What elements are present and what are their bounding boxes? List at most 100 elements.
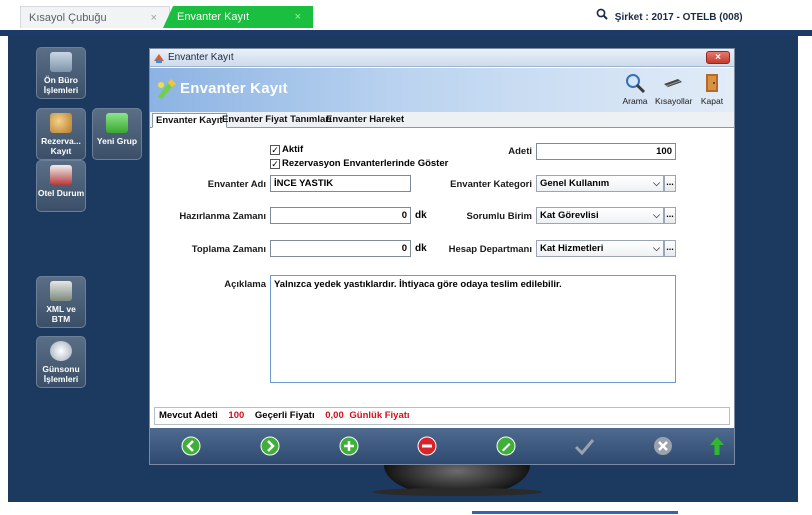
- taskbar-indicator: [472, 511, 678, 514]
- search-button[interactable]: Arama: [622, 72, 648, 106]
- company-label: Şirket : 2017 - OTELB (008): [614, 12, 743, 23]
- company-info: Şirket : 2017 - OTELB (008): [596, 8, 743, 23]
- desktop-icon-label: Otel Durum: [37, 188, 85, 198]
- toplama-label: Toplama Zamanı: [191, 244, 266, 255]
- front-office-icon: [50, 52, 72, 72]
- toplama-input[interactable]: 0: [270, 240, 411, 257]
- desktop-icon-yeni-grup[interactable]: Yeni Grup: [92, 108, 142, 160]
- sorumlu-birim-label: Sorumlu Birim: [466, 211, 532, 222]
- add-icon[interactable]: [339, 436, 359, 456]
- envanter-kategori-label: Envanter Kategori: [450, 179, 532, 190]
- edit-icon[interactable]: [496, 436, 516, 456]
- hesap-departmani-value: Kat Hizmetleri: [540, 243, 604, 254]
- inventory-window: Envanter Kayıt × Envanter Kayıt Arama Kı…: [149, 48, 735, 465]
- envanter-adi-input[interactable]: İNCE YASTIK: [270, 175, 411, 192]
- mevcut-adeti-label: Mevcut Adeti: [159, 410, 218, 421]
- search-button-label: Arama: [622, 96, 648, 106]
- chevron-down-icon: ⌵: [653, 210, 660, 220]
- close-button-label: Kapat: [700, 96, 724, 106]
- tab-close-icon[interactable]: ×: [151, 7, 157, 29]
- envanter-kategori-value: Genel Kullanım: [540, 178, 610, 189]
- desktop-icon-label: Günsonu İşlemleri: [42, 364, 80, 384]
- mevcut-adeti-value: 100: [228, 410, 245, 421]
- aktif-check-box: ✓: [270, 145, 280, 155]
- window-tabs: Envanter Kayıt Envanter Fiyat Tanımları …: [150, 112, 734, 128]
- rezervasyon-checkbox[interactable]: ✓ Rezervasyon Envanterlerinde Göster: [270, 158, 448, 169]
- header-title: Envanter Kayıt: [180, 80, 288, 97]
- gecerli-fiyati-label: Geçerli Fiyatı: [254, 410, 315, 421]
- window-titlebar: Envanter Kayıt ×: [150, 49, 734, 67]
- up-arrow-icon[interactable]: [707, 436, 727, 456]
- xml-icon: [50, 281, 72, 301]
- sorumlu-birim-value: Kat Görevlisi: [540, 210, 599, 221]
- delete-icon[interactable]: [417, 436, 437, 456]
- hesap-departmani-label: Hesap Departmanı: [448, 244, 532, 255]
- tab-kisayol-cubugu[interactable]: Kısayol Çubuğu ×: [20, 6, 170, 28]
- window-close-button[interactable]: ×: [706, 51, 730, 64]
- search-icon: [626, 74, 646, 94]
- aciklama-textarea[interactable]: Yalnızca yedek yastıklardır. İhtiyaca gö…: [270, 275, 676, 383]
- tab-label: Envanter Kayıt: [177, 11, 250, 23]
- search-icon[interactable]: [596, 8, 612, 23]
- sorumlu-birim-select[interactable]: Kat Görevlisi ⌵: [536, 207, 664, 224]
- desktop-icon-label: Rezerva... Kayıt: [41, 136, 81, 156]
- back-icon[interactable]: [181, 436, 201, 456]
- tab-label: Kısayol Çubuğu: [29, 12, 107, 24]
- aciklama-label: Açıklama: [224, 279, 266, 290]
- envanter-kategori-select[interactable]: Genel Kullanım ⌵: [536, 175, 664, 192]
- hazirlanma-label: Hazırlanma Zamanı: [179, 211, 266, 222]
- confirm-icon[interactable]: [574, 436, 594, 456]
- hotel-status-icon: [50, 165, 72, 185]
- action-bar: [150, 428, 734, 464]
- adeti-input[interactable]: 100: [536, 143, 676, 160]
- app-icon: [154, 54, 164, 63]
- cancel-icon[interactable]: [653, 436, 673, 456]
- envanter-kategori-browse-button[interactable]: ...: [664, 175, 676, 192]
- sorumlu-birim-browse-button[interactable]: ...: [664, 207, 676, 224]
- desktop-icon-label: XML ve BTM: [46, 304, 76, 324]
- desktop-icon-otel-durum[interactable]: Otel Durum: [36, 160, 86, 212]
- envanter-adi-label: Envanter Adı: [207, 179, 266, 190]
- chevron-down-icon: ⌵: [653, 243, 660, 253]
- window-header: Envanter Kayıt Arama Kısayollar Kapat: [150, 68, 734, 112]
- shortcuts-button[interactable]: Kısayollar: [655, 72, 693, 106]
- hesap-departmani-browse-button[interactable]: ...: [664, 240, 676, 257]
- tab-close-icon[interactable]: ×: [295, 6, 301, 28]
- tab-envanter-fiyat-tanimlari[interactable]: Envanter Fiyat Tanımları: [219, 113, 335, 128]
- monitor-base-decoration: [372, 488, 542, 496]
- desktop-icon-xml-btm[interactable]: XML ve BTM: [36, 276, 86, 328]
- rezervasyon-label: Rezervasyon Envanterlerinde Göster: [282, 158, 449, 169]
- desktop-icon-gunsonu[interactable]: Günsonu İşlemleri: [36, 336, 86, 388]
- day-end-icon: [50, 341, 72, 361]
- bottom-area: [0, 502, 812, 515]
- hazirlanma-unit: dk: [415, 210, 427, 221]
- hazirlanma-input[interactable]: 0: [270, 207, 411, 224]
- rezervasyon-check-box: ✓: [270, 159, 280, 169]
- shortcut-icon: [664, 79, 682, 87]
- folder-icon: [106, 113, 128, 133]
- gunluk-fiyati-label: Günlük Fiyatı: [349, 410, 410, 421]
- chevron-down-icon: ⌵: [653, 178, 660, 188]
- reservation-icon: [50, 113, 72, 133]
- hesap-departmani-select[interactable]: Kat Hizmetleri ⌵: [536, 240, 664, 257]
- aktif-label: Aktif: [282, 144, 304, 155]
- door-exit-icon: [706, 74, 718, 92]
- tab-envanter-kayit[interactable]: Envanter Kayıt: [152, 113, 227, 128]
- status-bar: Mevcut Adeti 100 Geçerli Fiyatı 0,00 Gün…: [154, 407, 730, 425]
- desktop-icon-on-buro[interactable]: Ön Büro İşlemleri: [36, 47, 86, 99]
- desktop-icon-rezervasyon[interactable]: Rezerva... Kayıt: [36, 108, 86, 160]
- tab-envanter-kayit[interactable]: Envanter Kayıt ×: [163, 6, 313, 28]
- tab-envanter-hareket[interactable]: Envanter Hareket: [323, 113, 407, 128]
- top-tab-bar: Kısayol Çubuğu × Envanter Kayıt × Şirket…: [0, 0, 812, 30]
- inventory-icon: [158, 79, 176, 99]
- gecerli-fiyati-value: 0,00: [325, 410, 344, 421]
- toplama-unit: dk: [415, 243, 427, 254]
- desktop-icon-label: Yeni Grup: [96, 136, 138, 146]
- forward-icon[interactable]: [260, 436, 280, 456]
- adeti-label: Adeti: [508, 146, 532, 157]
- desktop-icon-label: Ön Büro İşlemleri: [43, 75, 79, 95]
- window-title: Envanter Kayıt: [168, 52, 234, 63]
- shortcuts-button-label: Kısayollar: [655, 96, 693, 106]
- close-button[interactable]: Kapat: [698, 72, 726, 106]
- aktif-checkbox[interactable]: ✓ Aktif: [270, 144, 303, 155]
